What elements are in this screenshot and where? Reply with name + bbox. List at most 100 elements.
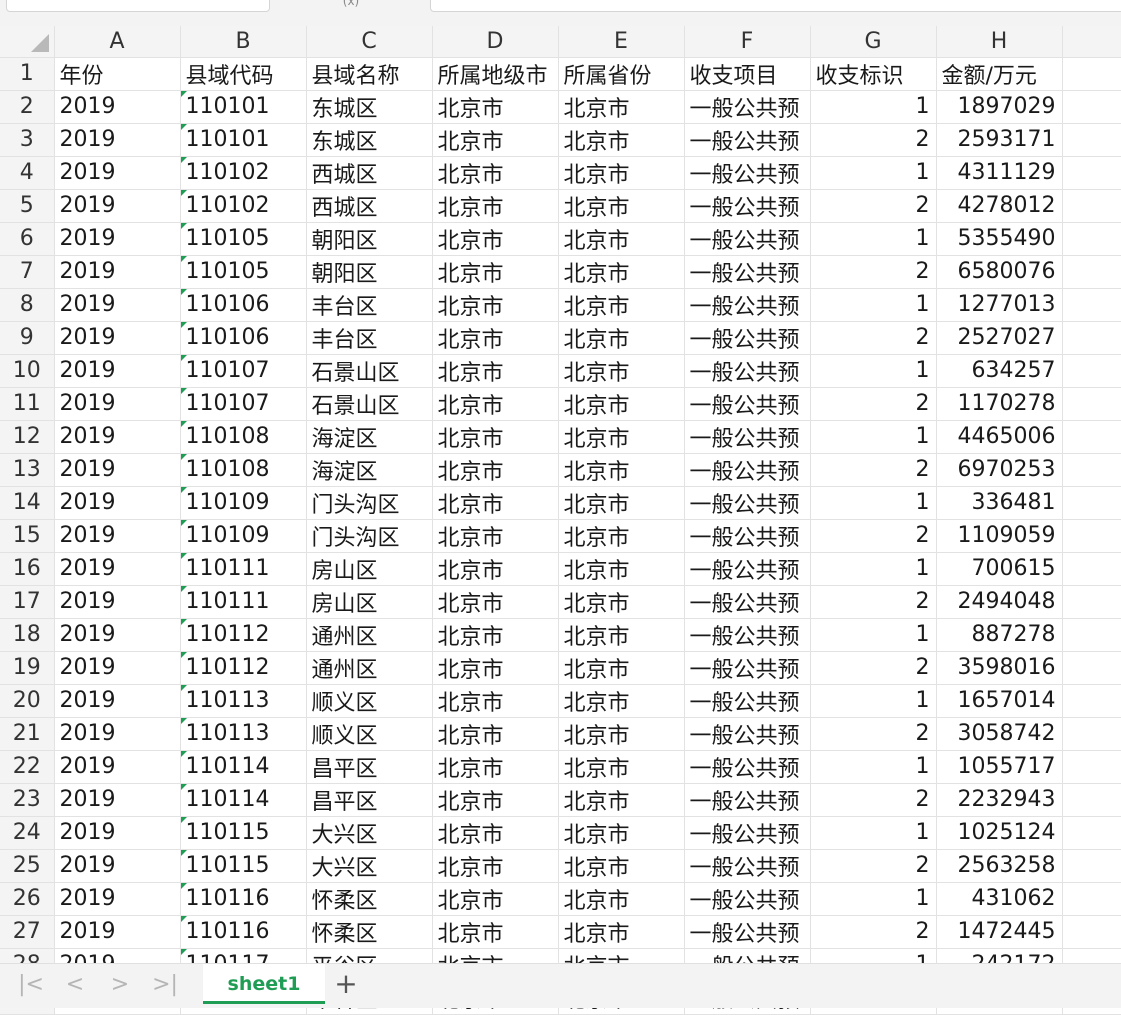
cell-year[interactable]: 2019 xyxy=(54,519,181,553)
cell-amount[interactable]: 1472445 xyxy=(936,915,1063,949)
filler-cell[interactable] xyxy=(1062,123,1121,157)
cell-province[interactable]: 北京市 xyxy=(558,816,685,850)
cell-amount[interactable]: 1170278 xyxy=(936,387,1063,421)
cell-city[interactable]: 北京市 xyxy=(432,585,559,619)
row-number[interactable]: 26 xyxy=(0,882,55,916)
cell-province[interactable]: 北京市 xyxy=(558,783,685,817)
cell-city[interactable]: 北京市 xyxy=(432,618,559,652)
row-number[interactable]: 23 xyxy=(0,783,55,817)
cell-province[interactable]: 北京市 xyxy=(558,189,685,223)
row-number[interactable]: 7 xyxy=(0,255,55,289)
filler-cell[interactable] xyxy=(1062,321,1121,355)
cell-county-name[interactable]: 通州区 xyxy=(306,651,433,685)
filler-cell[interactable] xyxy=(1062,519,1121,553)
cell-flag[interactable]: 2 xyxy=(810,189,937,223)
cell-county-code[interactable]: 110102 xyxy=(180,189,307,223)
header-cell-amount[interactable]: 金额/万元 xyxy=(936,57,1063,91)
cell-city[interactable]: 北京市 xyxy=(432,519,559,553)
cell-province[interactable]: 北京市 xyxy=(558,156,685,190)
cell-item[interactable]: 一般公共预 xyxy=(684,717,811,751)
cell-county-name[interactable]: 西城区 xyxy=(306,189,433,223)
cell-county-name[interactable]: 门头沟区 xyxy=(306,486,433,520)
cell-item[interactable]: 一般公共预 xyxy=(684,882,811,916)
row-number[interactable]: 25 xyxy=(0,849,55,883)
cell-flag[interactable]: 1 xyxy=(810,882,937,916)
cell-city[interactable]: 北京市 xyxy=(432,882,559,916)
cell-item[interactable]: 一般公共预 xyxy=(684,519,811,553)
cell-year[interactable]: 2019 xyxy=(54,618,181,652)
row-number[interactable]: 5 xyxy=(0,189,55,223)
filler-cell[interactable] xyxy=(1062,684,1121,718)
filler-cell[interactable] xyxy=(1062,57,1121,91)
row-number[interactable]: 4 xyxy=(0,156,55,190)
filler-cell[interactable] xyxy=(1062,222,1121,256)
cell-flag[interactable]: 2 xyxy=(810,123,937,157)
filler-cell[interactable] xyxy=(1062,585,1121,619)
cell-city[interactable]: 北京市 xyxy=(432,651,559,685)
cell-year[interactable]: 2019 xyxy=(54,882,181,916)
cell-province[interactable]: 北京市 xyxy=(558,420,685,454)
cell-item[interactable]: 一般公共预 xyxy=(684,750,811,784)
cell-item[interactable]: 一般公共预 xyxy=(684,552,811,586)
cell-county-name[interactable]: 丰台区 xyxy=(306,321,433,355)
filler-cell[interactable] xyxy=(1062,486,1121,520)
cell-city[interactable]: 北京市 xyxy=(432,750,559,784)
cell-province[interactable]: 北京市 xyxy=(558,882,685,916)
cell-amount[interactable]: 1897029 xyxy=(936,90,1063,124)
header-cell-city[interactable]: 所属地级市 xyxy=(432,57,559,91)
cell-county-code[interactable]: 110106 xyxy=(180,321,307,355)
cell-county-name[interactable]: 房山区 xyxy=(306,552,433,586)
cell-county-code[interactable]: 110108 xyxy=(180,420,307,454)
filler-cell[interactable] xyxy=(1062,453,1121,487)
row-number[interactable]: 12 xyxy=(0,420,55,454)
cell-province[interactable]: 北京市 xyxy=(558,519,685,553)
cell-item[interactable]: 一般公共预 xyxy=(684,123,811,157)
cell-county-name[interactable]: 房山区 xyxy=(306,585,433,619)
cell-flag[interactable]: 1 xyxy=(810,618,937,652)
sheet-tab-sheet1[interactable]: sheet1 xyxy=(203,964,325,1004)
cell-county-name[interactable]: 朝阳区 xyxy=(306,222,433,256)
cell-county-name[interactable]: 通州区 xyxy=(306,618,433,652)
cell-city[interactable]: 北京市 xyxy=(432,420,559,454)
cell-county-name[interactable]: 顺义区 xyxy=(306,684,433,718)
cell-city[interactable]: 北京市 xyxy=(432,189,559,223)
row-number[interactable]: 2 xyxy=(0,90,55,124)
cell-province[interactable]: 北京市 xyxy=(558,486,685,520)
row-number[interactable]: 18 xyxy=(0,618,55,652)
cell-province[interactable]: 北京市 xyxy=(558,849,685,883)
cell-city[interactable]: 北京市 xyxy=(432,255,559,289)
filler-cell[interactable] xyxy=(1062,552,1121,586)
cell-province[interactable]: 北京市 xyxy=(558,552,685,586)
cell-amount[interactable]: 5355490 xyxy=(936,222,1063,256)
row-number[interactable]: 24 xyxy=(0,816,55,850)
cell-item[interactable]: 一般公共预 xyxy=(684,783,811,817)
cell-county-name[interactable]: 西城区 xyxy=(306,156,433,190)
cell-year[interactable]: 2019 xyxy=(54,123,181,157)
cell-city[interactable]: 北京市 xyxy=(432,684,559,718)
cell-year[interactable]: 2019 xyxy=(54,585,181,619)
filler-cell[interactable] xyxy=(1062,651,1121,685)
header-cell-province[interactable]: 所属省份 xyxy=(558,57,685,91)
cell-year[interactable]: 2019 xyxy=(54,552,181,586)
cell-county-code[interactable]: 110101 xyxy=(180,90,307,124)
cell-flag[interactable]: 1 xyxy=(810,420,937,454)
cell-flag[interactable]: 2 xyxy=(810,453,937,487)
cell-amount[interactable]: 4278012 xyxy=(936,189,1063,223)
cell-county-name[interactable]: 海淀区 xyxy=(306,420,433,454)
cell-item[interactable]: 一般公共预 xyxy=(684,618,811,652)
cell-item[interactable]: 一般公共预 xyxy=(684,849,811,883)
cell-year[interactable]: 2019 xyxy=(54,849,181,883)
cell-year[interactable]: 2019 xyxy=(54,255,181,289)
cell-year[interactable]: 2019 xyxy=(54,288,181,322)
row-number[interactable]: 21 xyxy=(0,717,55,751)
filler-cell[interactable] xyxy=(1062,387,1121,421)
cell-flag[interactable]: 1 xyxy=(810,816,937,850)
column-header-b[interactable]: B xyxy=(180,26,307,58)
cell-item[interactable]: 一般公共预 xyxy=(684,255,811,289)
cell-county-name[interactable]: 石景山区 xyxy=(306,354,433,388)
cell-province[interactable]: 北京市 xyxy=(558,750,685,784)
cell-item[interactable]: 一般公共预 xyxy=(684,420,811,454)
cell-county-name[interactable]: 朝阳区 xyxy=(306,255,433,289)
cell-county-code[interactable]: 110109 xyxy=(180,486,307,520)
cell-year[interactable]: 2019 xyxy=(54,321,181,355)
